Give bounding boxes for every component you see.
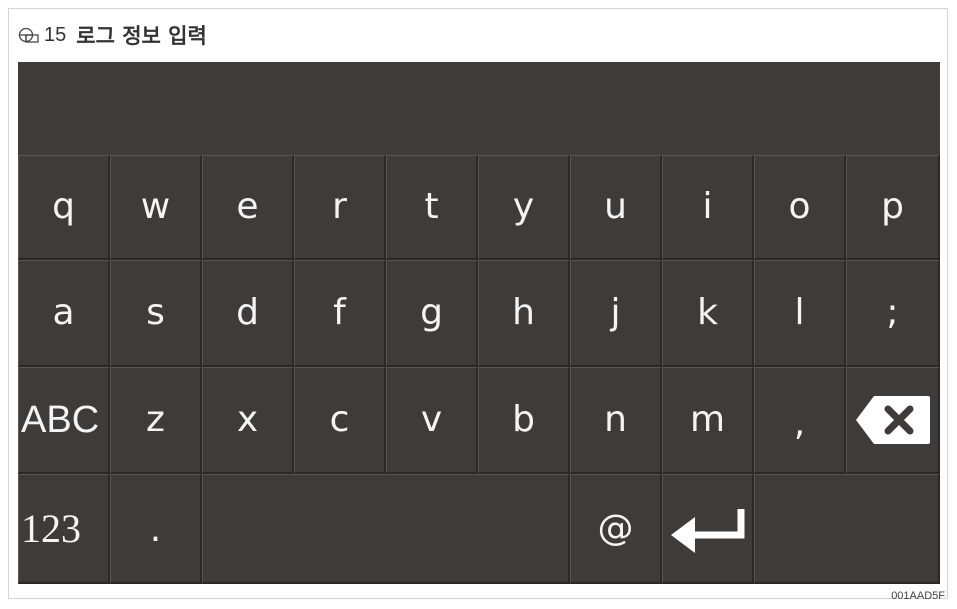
key-h[interactable]: h xyxy=(478,260,570,367)
key-label: l xyxy=(794,292,805,333)
key-123[interactable]: 123 xyxy=(18,474,110,584)
figure-number: 15 xyxy=(44,23,67,46)
key-v[interactable]: v xyxy=(386,367,478,474)
keyboard-screen: q w e r t y u i o p a s d f g h j k l ; … xyxy=(18,62,940,584)
key-semicolon[interactable]: ; xyxy=(846,260,940,367)
key-label: x xyxy=(236,399,259,440)
key-label: 123 xyxy=(21,505,81,551)
key-t[interactable]: t xyxy=(386,155,478,260)
key-label: h xyxy=(512,292,535,333)
key-label: c xyxy=(329,399,350,440)
key-j[interactable]: j xyxy=(570,260,662,367)
key-label: y xyxy=(512,186,535,227)
figure-title: 로그 정보 입력 xyxy=(76,24,207,48)
key-r[interactable]: r xyxy=(294,155,386,260)
enter-icon xyxy=(670,508,744,553)
blank-key xyxy=(754,474,940,584)
key-label: @ xyxy=(597,507,634,549)
key-g[interactable]: g xyxy=(386,260,478,367)
key-label: e xyxy=(236,186,259,227)
key-x[interactable]: x xyxy=(202,367,294,474)
key-n[interactable]: n xyxy=(570,367,662,474)
key-label: s xyxy=(146,292,165,333)
key-m[interactable]: m xyxy=(662,367,754,474)
key-o[interactable]: o xyxy=(754,155,846,260)
key-label: n xyxy=(604,399,627,440)
key-label: i xyxy=(702,186,713,227)
key-label: z xyxy=(146,399,165,440)
key-l[interactable]: l xyxy=(754,260,846,367)
enter-key[interactable] xyxy=(662,474,754,584)
figure-header: 15 로그 정보 입력 xyxy=(18,18,207,52)
key-a[interactable]: a xyxy=(18,260,110,367)
key-label: ; xyxy=(886,292,899,333)
key-label: o xyxy=(788,186,811,227)
key-label: b xyxy=(512,399,535,440)
key-k[interactable]: k xyxy=(662,260,754,367)
key-abc[interactable]: ABC xyxy=(18,367,110,474)
key-label: k xyxy=(697,292,718,333)
key-label: j xyxy=(610,292,621,333)
space-key[interactable] xyxy=(202,474,570,584)
backspace-icon xyxy=(855,396,930,444)
key-label: t xyxy=(424,186,439,227)
key-u[interactable]: u xyxy=(570,155,662,260)
key-label: . xyxy=(149,509,162,550)
key-d[interactable]: d xyxy=(202,260,294,367)
key-label: q xyxy=(52,186,75,227)
key-f[interactable]: f xyxy=(294,260,386,367)
key-label: g xyxy=(420,292,443,333)
key-y[interactable]: y xyxy=(478,155,570,260)
key-q[interactable]: q xyxy=(18,155,110,260)
key-s[interactable]: s xyxy=(110,260,202,367)
key-period[interactable]: . xyxy=(110,474,202,584)
key-label: , xyxy=(793,403,806,444)
figure-icon xyxy=(18,27,39,43)
key-label: f xyxy=(333,292,346,333)
key-i[interactable]: i xyxy=(662,155,754,260)
key-e[interactable]: e xyxy=(202,155,294,260)
key-p[interactable]: p xyxy=(846,155,940,260)
backspace-key[interactable] xyxy=(846,367,940,474)
key-z[interactable]: z xyxy=(110,367,202,474)
key-comma[interactable]: , xyxy=(754,367,846,474)
key-at[interactable]: @ xyxy=(570,474,662,584)
key-label: u xyxy=(604,186,627,227)
key-label: ABC xyxy=(21,399,100,441)
key-w[interactable]: w xyxy=(110,155,202,260)
figure-code: 001AAD5F xyxy=(891,590,945,602)
key-label: d xyxy=(236,292,259,333)
key-label: v xyxy=(420,399,443,440)
key-label: a xyxy=(52,292,75,333)
key-b[interactable]: b xyxy=(478,367,570,474)
key-c[interactable]: c xyxy=(294,367,386,474)
key-label: m xyxy=(689,399,726,440)
key-label: w xyxy=(140,186,171,227)
key-label: p xyxy=(881,186,904,227)
key-label: r xyxy=(332,186,347,227)
